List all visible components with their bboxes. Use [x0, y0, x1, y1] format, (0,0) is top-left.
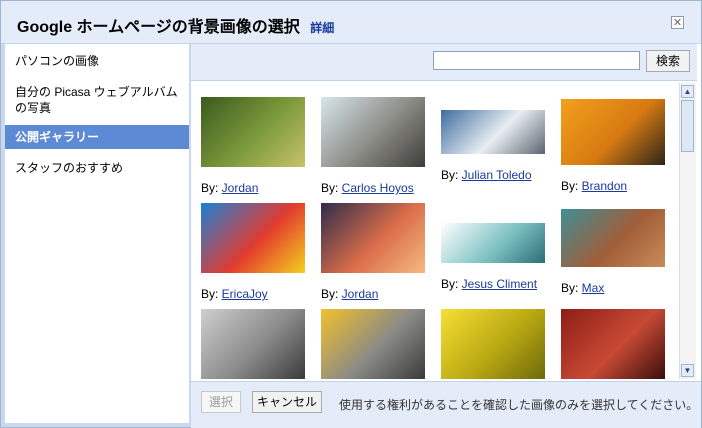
search-input[interactable] — [433, 51, 640, 70]
author-link[interactable]: Julian Toledo — [462, 168, 532, 182]
author-link[interactable]: Jordan — [342, 287, 379, 301]
photo-tile[interactable]: By: Jordan — [201, 97, 313, 197]
dialog-title: Google ホームページの背景画像の選択 詳細 — [17, 13, 334, 37]
photo-credit: By: Julian Toledo — [441, 168, 532, 182]
photo-tile[interactable] — [321, 309, 433, 379]
credit-by-label: By: — [561, 179, 582, 193]
photo-tile[interactable] — [441, 309, 553, 379]
photo-thumbnail[interactable] — [561, 99, 665, 165]
photo-grid: By: Jordan By: Carlos Hoyos By: Julian Tol… — [191, 81, 679, 379]
gallery-scrollbar[interactable]: ▲ ▼ — [679, 83, 696, 379]
sidebar-item-picasa[interactable]: 自分の Picasa ウェブアルバムの写真 — [5, 84, 189, 116]
credit-by-label: By: — [561, 281, 582, 295]
photo-credit: By: Jesus Climent — [441, 277, 537, 291]
credit-by-label: By: — [441, 168, 462, 182]
gallery-panel: 検索 By: Jordan By: Carlos Hoyos By: Julian … — [191, 44, 701, 428]
background-picker-dialog: Google ホームページの背景画像の選択 詳細 ✕ パソコンの画像 自分の P… — [0, 0, 702, 428]
photo-thumbnail[interactable] — [321, 203, 425, 273]
credit-by-label: By: — [321, 287, 342, 301]
credit-by-label: By: — [201, 287, 222, 301]
dialog-body: パソコンの画像 自分の Picasa ウェブアルバムの写真 公開ギャラリー スタ… — [1, 44, 701, 428]
credit-by-label: By: — [321, 181, 342, 195]
photo-credit: By: Carlos Hoyos — [321, 181, 414, 195]
sidebar-item-staff-picks[interactable]: スタッフのおすすめ — [5, 160, 189, 176]
detail-link[interactable]: 詳細 — [310, 21, 334, 35]
dialog-title-text: Google ホームページの背景画像の選択 — [17, 19, 300, 36]
photo-tile[interactable]: By: Jordan — [321, 203, 433, 303]
credit-by-label: By: — [201, 181, 222, 195]
sidebar-item-public-gallery[interactable]: 公開ギャラリー — [5, 125, 189, 149]
photo-thumbnail[interactable] — [321, 309, 425, 379]
photo-thumbnail[interactable] — [441, 309, 545, 379]
scroll-down-icon[interactable]: ▼ — [681, 364, 694, 377]
photo-thumbnail[interactable] — [201, 203, 305, 273]
photo-thumbnail[interactable] — [561, 209, 665, 267]
photo-credit: By: EricaJoy — [201, 287, 268, 301]
dialog-titlebar: Google ホームページの背景画像の選択 詳細 ✕ — [1, 1, 701, 44]
photo-credit: By: Brandon — [561, 179, 627, 193]
photo-thumbnail[interactable] — [441, 110, 545, 154]
author-link[interactable]: Jordan — [222, 181, 259, 195]
dialog-footer: 選択 キャンセル 使用する権利があることを確認した画像のみを選択してください。 — [191, 381, 701, 428]
photo-credit: By: Max — [561, 281, 604, 295]
photo-thumbnail[interactable] — [561, 309, 665, 379]
photo-tile[interactable] — [201, 309, 313, 379]
photo-thumbnail[interactable] — [321, 97, 425, 167]
usage-rights-note: 使用する権利があることを確認した画像のみを選択してください。 — [339, 398, 699, 412]
photo-tile[interactable]: By: Max — [561, 203, 673, 303]
author-link[interactable]: Carlos Hoyos — [342, 181, 414, 195]
photo-tile[interactable]: By: Jesus Climent — [441, 203, 553, 303]
sidebar-item-computer[interactable]: パソコンの画像 — [5, 53, 189, 69]
photo-tile[interactable]: By: EricaJoy — [201, 203, 313, 303]
cancel-button[interactable]: キャンセル — [252, 391, 322, 413]
source-sidebar: パソコンの画像 自分の Picasa ウェブアルバムの写真 公開ギャラリー スタ… — [5, 44, 189, 423]
scroll-up-icon[interactable]: ▲ — [681, 85, 694, 98]
select-button[interactable]: 選択 — [201, 391, 241, 413]
photo-thumbnail[interactable] — [441, 223, 545, 263]
photo-thumbnail[interactable] — [201, 309, 305, 379]
close-icon[interactable]: ✕ — [671, 16, 684, 29]
photo-tile[interactable]: By: Julian Toledo — [441, 97, 553, 197]
author-link[interactable]: Max — [582, 281, 605, 295]
author-link[interactable]: Brandon — [582, 179, 627, 193]
author-link[interactable]: Jesus Climent — [462, 277, 537, 291]
photo-thumbnail[interactable] — [201, 97, 305, 167]
photo-tile[interactable] — [561, 309, 673, 379]
credit-by-label: By: — [441, 277, 462, 291]
author-link[interactable]: EricaJoy — [222, 287, 268, 301]
search-button[interactable]: 検索 — [646, 50, 690, 72]
photo-tile[interactable]: By: Brandon — [561, 97, 673, 197]
search-bar: 検索 — [191, 44, 697, 81]
scroll-thumb[interactable] — [681, 100, 694, 152]
photo-tile[interactable]: By: Carlos Hoyos — [321, 97, 433, 197]
photo-credit: By: Jordan — [201, 181, 258, 195]
photo-credit: By: Jordan — [321, 287, 378, 301]
